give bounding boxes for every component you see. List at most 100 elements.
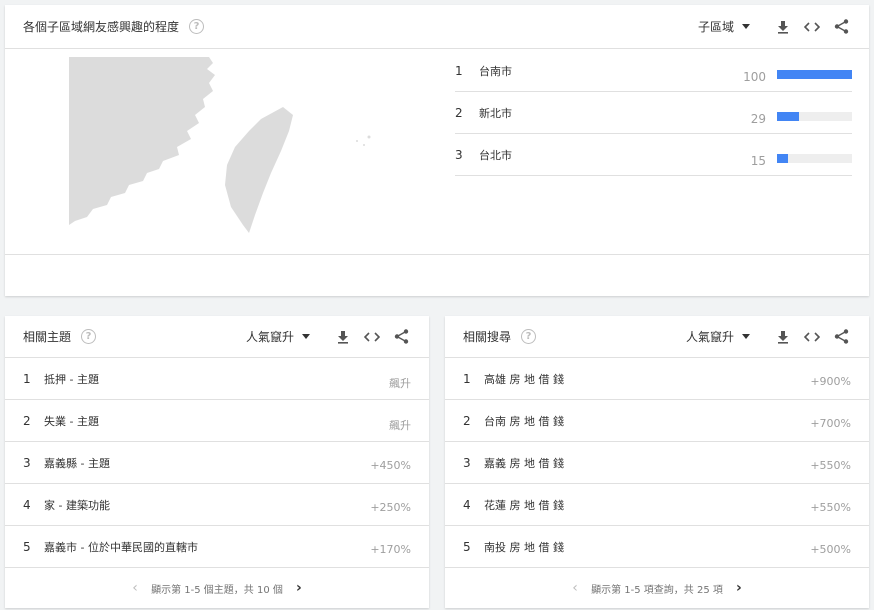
region-map (69, 57, 371, 233)
list-value: +500% (810, 543, 851, 556)
region-rank: 2 (455, 105, 463, 120)
list-rank: 1 (463, 371, 471, 386)
download-icon[interactable] (333, 327, 353, 347)
help-icon[interactable]: ? (189, 19, 205, 34)
list-label: 抵押 - 主題 (44, 372, 99, 386)
region-list: 1 台南市 100 2 新北市 29 3 台北市 15 (455, 50, 852, 176)
list-value: +550% (810, 501, 851, 514)
interest-bar-track (777, 70, 852, 79)
list-item[interactable]: 2 台南 房 地 借 錢 +700% (445, 400, 869, 442)
list-label: 嘉義 房 地 借 錢 (484, 456, 564, 470)
interest-bar-fill (777, 112, 799, 121)
list-value: +170% (370, 543, 411, 556)
island-dot (363, 144, 365, 146)
list-value: +450% (370, 459, 411, 472)
embed-code-icon[interactable] (802, 17, 822, 37)
list-rank: 5 (463, 539, 471, 554)
list-value: +250% (370, 501, 411, 514)
region-name: 台南市 (479, 64, 512, 78)
embed-code-icon[interactable] (362, 327, 382, 347)
list-value: +700% (810, 417, 851, 430)
download-icon[interactable] (773, 17, 793, 37)
list-item[interactable]: 1 抵押 - 主題 飆升 (5, 358, 429, 400)
topics-list: 1 抵押 - 主題 飆升 2 失業 - 主題 飆升 3 嘉義縣 - 主題 +45… (5, 358, 429, 568)
related-queries-card: 相關搜尋 ? 人氣竄升 1 高雄 房 地 借 錢 +900% 2 台南 房 地 … (445, 316, 869, 608)
share-icon[interactable] (391, 327, 411, 347)
topics-pager: ‹ 顯示第 1-5 個主題，共 10 個 › (5, 568, 429, 608)
interest-bar-fill (777, 154, 789, 163)
region-value: 100 (743, 70, 766, 84)
list-rank: 2 (463, 413, 471, 428)
list-label: 嘉義縣 - 主題 (44, 456, 110, 470)
list-rank: 2 (23, 413, 31, 428)
embed-code-icon[interactable] (802, 327, 822, 347)
list-rank: 4 (463, 497, 471, 512)
related-topics-card: 相關主題 ? 人氣竄升 1 抵押 - 主題 飆升 2 失業 - 主題 飆升 3 … (5, 316, 429, 608)
list-item[interactable]: 2 失業 - 主題 飆升 (5, 400, 429, 442)
list-rank: 4 (23, 497, 31, 512)
share-icon[interactable] (831, 327, 851, 347)
list-rank: 3 (23, 455, 31, 470)
list-item[interactable]: 1 高雄 房 地 借 錢 +900% (445, 358, 869, 400)
list-item[interactable]: 3 嘉義縣 - 主題 +450% (5, 442, 429, 484)
list-label: 南投 房 地 借 錢 (484, 540, 564, 554)
list-label: 高雄 房 地 借 錢 (484, 372, 564, 386)
chevron-right-icon[interactable]: › (291, 580, 307, 596)
help-icon[interactable]: ? (81, 329, 97, 344)
list-rank: 3 (463, 455, 471, 470)
region-name: 新北市 (479, 106, 512, 120)
region-value: 29 (750, 112, 766, 126)
list-item[interactable]: 5 南投 房 地 借 錢 +500% (445, 526, 869, 568)
region-rank: 1 (455, 63, 463, 78)
download-icon[interactable] (773, 327, 793, 347)
region-card-title: 各個子區域網友感興趣的程度 (23, 20, 180, 34)
chevron-left-icon[interactable]: ‹ (127, 580, 143, 596)
pager-text: 顯示第 1-5 項查詢，共 25 項 (591, 584, 723, 596)
topics-card-header: 相關主題 ? 人氣竄升 (5, 316, 429, 358)
list-value: +900% (810, 375, 851, 388)
queries-card-title: 相關搜尋 (463, 330, 512, 344)
queries-metric-select[interactable]: 人氣竄升 (686, 328, 734, 345)
topics-card-title: 相關主題 (23, 330, 72, 344)
interest-bar-fill (777, 70, 852, 79)
region-value: 15 (750, 154, 766, 168)
topics-metric-select[interactable]: 人氣竄升 (246, 328, 294, 345)
list-label: 嘉義市 - 位於中華民國的直轄市 (44, 540, 198, 554)
list-value: 飆升 (389, 419, 411, 432)
dropdown-arrow-icon[interactable] (302, 334, 310, 339)
interest-bar-track (777, 154, 852, 163)
list-value: +550% (810, 459, 851, 472)
help-icon[interactable]: ? (521, 329, 537, 344)
mainland-coast-shape (69, 57, 215, 225)
chevron-left-icon[interactable]: ‹ (567, 580, 583, 596)
region-rank: 3 (455, 147, 463, 162)
dropdown-arrow-icon[interactable] (742, 24, 750, 29)
list-item[interactable]: 5 嘉義市 - 位於中華民國的直轄市 +170% (5, 526, 429, 568)
list-label: 台南 房 地 借 錢 (484, 414, 564, 428)
list-label: 花蓮 房 地 借 錢 (484, 498, 564, 512)
region-card-header: 各個子區域網友感興趣的程度 ? 子區域 (5, 5, 869, 49)
island-dot (356, 140, 358, 142)
chevron-right-icon[interactable]: › (731, 580, 747, 596)
region-card-tools: 子區域 (698, 17, 851, 37)
dropdown-arrow-icon[interactable] (742, 334, 750, 339)
pager-text: 顯示第 1-5 個主題，共 10 個 (151, 584, 283, 596)
region-name: 台北市 (479, 148, 512, 162)
list-item[interactable]: 3 嘉義 房 地 借 錢 +550% (445, 442, 869, 484)
list-label: 失業 - 主題 (44, 414, 99, 428)
share-icon[interactable] (831, 17, 851, 37)
taiwan-island-shape (225, 107, 293, 233)
queries-card-tools: 人氣竄升 (686, 327, 851, 347)
queries-list: 1 高雄 房 地 借 錢 +900% 2 台南 房 地 借 錢 +700% 3 … (445, 358, 869, 568)
topics-card-tools: 人氣竄升 (246, 327, 411, 347)
queries-card-header: 相關搜尋 ? 人氣竄升 (445, 316, 869, 358)
list-item[interactable]: 4 花蓮 房 地 借 錢 +550% (445, 484, 869, 526)
region-row[interactable]: 2 新北市 29 (455, 92, 852, 134)
region-row[interactable]: 1 台南市 100 (455, 50, 852, 92)
list-item[interactable]: 4 家 - 建築功能 +250% (5, 484, 429, 526)
interest-bar-track (777, 112, 852, 121)
list-rank: 5 (23, 539, 31, 554)
region-row[interactable]: 3 台北市 15 (455, 134, 852, 176)
island-dot (367, 135, 371, 139)
resolution-select[interactable]: 子區域 (698, 18, 734, 35)
